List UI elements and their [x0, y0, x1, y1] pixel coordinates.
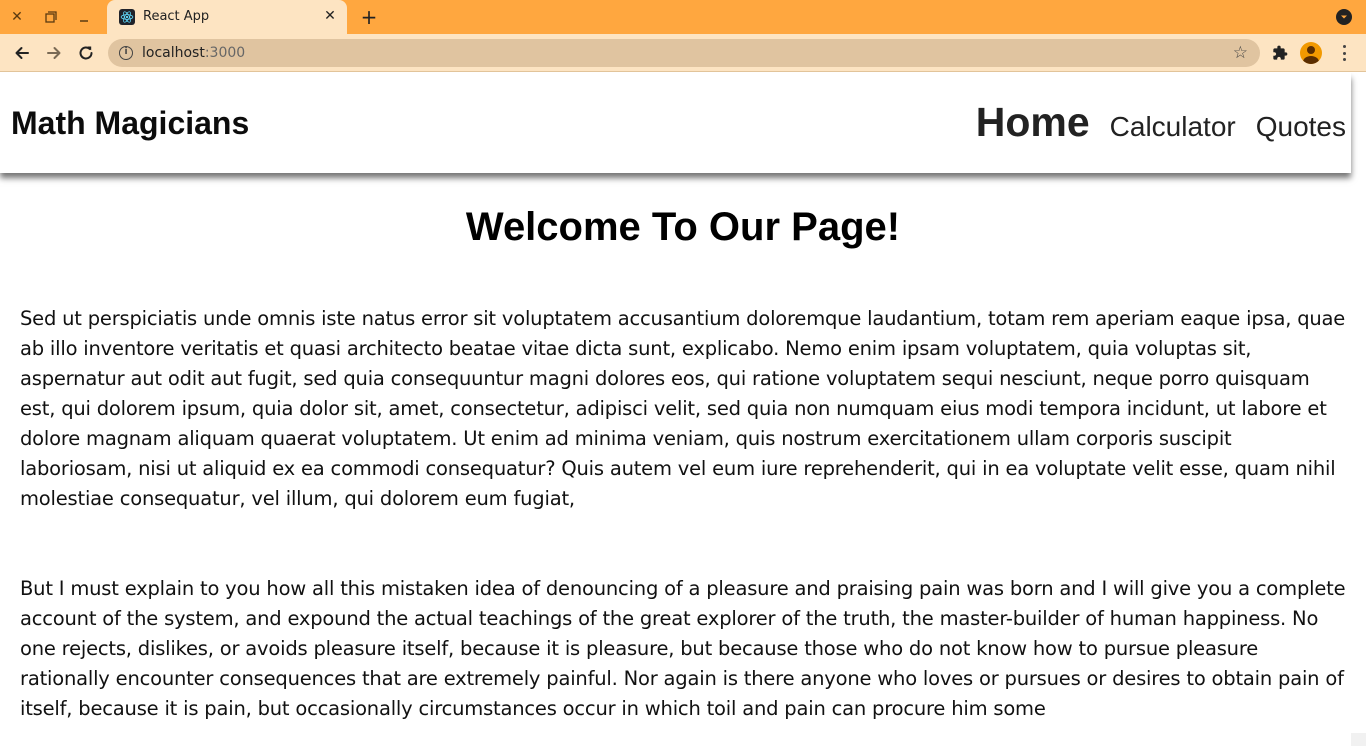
forward-arrow-right-icon[interactable] [42, 41, 66, 65]
nav-link-home[interactable]: Home [976, 99, 1090, 146]
extensions-puzzle-icon[interactable] [1268, 41, 1292, 65]
site-brand: Math Magicians [11, 105, 250, 141]
reload-icon[interactable] [74, 41, 98, 65]
browser-tab[interactable]: React App ✕ [107, 0, 347, 34]
tab-close-icon[interactable]: ✕ [321, 7, 339, 25]
page-title: Welcome To Our Page! [465, 205, 901, 249]
scrollbar-corner [1351, 733, 1366, 746]
main-nav: Home Calculator Quotes [956, 99, 1346, 146]
react-icon [119, 9, 135, 25]
page-viewport: Math Magicians Home Calculator Quotes We… [0, 73, 1366, 746]
tab-title: React App [143, 9, 210, 24]
close-window-icon[interactable]: ✕ [6, 6, 28, 28]
new-tab-plus-icon[interactable]: + [358, 5, 380, 29]
profile-avatar-icon[interactable] [1300, 42, 1322, 64]
tab-search-chevron-down-icon[interactable] [1336, 9, 1352, 25]
second-paragraph: But I must explain to you how all this m… [20, 577, 1346, 720]
browser-tab-bar: ✕ React App ✕ + [0, 0, 1366, 34]
site-header: Math Magicians Home Calculator Quotes [0, 73, 1351, 173]
site-info-icon[interactable]: i [119, 46, 133, 60]
url-text: localhost:3000 [142, 45, 245, 61]
bookmark-star-icon[interactable]: ☆ [1233, 43, 1248, 63]
browser-toolbar: i localhost:3000 ☆ [0, 34, 1366, 72]
browser-menu-kebab-icon[interactable] [1336, 45, 1352, 61]
page-scrollbar[interactable] [1351, 73, 1366, 746]
url-host: localhost [142, 45, 205, 61]
address-bar[interactable]: i localhost:3000 ☆ [108, 39, 1260, 67]
nav-link-calculator[interactable]: Calculator [1110, 111, 1236, 143]
back-arrow-left-icon[interactable] [10, 41, 34, 65]
minimize-window-icon[interactable] [73, 6, 95, 28]
nav-link-quotes[interactable]: Quotes [1256, 111, 1346, 143]
intro-paragraph: Sed ut perspiciatis unde omnis iste natu… [20, 307, 1346, 510]
restore-window-icon[interactable] [40, 6, 62, 28]
url-port: :3000 [204, 45, 246, 61]
